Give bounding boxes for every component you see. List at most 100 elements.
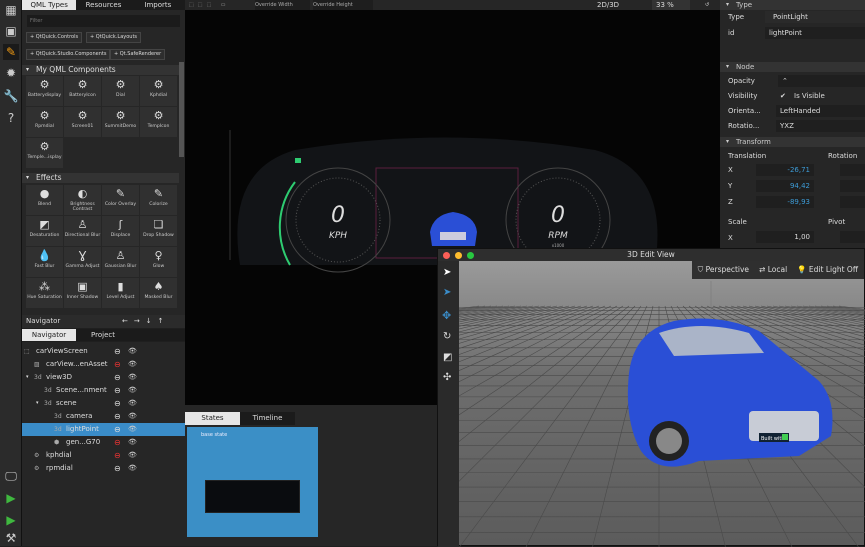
maximize-button[interactable]: [467, 252, 474, 259]
effect-item[interactable]: ♀ Glow: [140, 247, 177, 277]
close-button[interactable]: [443, 252, 450, 259]
effect-item[interactable]: ✎ Colorize: [140, 185, 177, 215]
navigator-item[interactable]: ▨ carView...enAsset ⊖ 👁: [22, 358, 185, 371]
component-item[interactable]: ⚙ Rpmdial: [26, 107, 63, 137]
navigator-item[interactable]: ▾ 3d view3D ⊖ 👁: [22, 371, 185, 384]
effect-item[interactable]: ▣ Inner Shadow: [64, 278, 101, 308]
visibility-eye-icon[interactable]: 👁: [128, 397, 137, 410]
effect-item[interactable]: ◐ Brightness Contrast: [64, 185, 101, 215]
export-alias-icon[interactable]: ⊖: [114, 397, 121, 410]
expand-arrow-icon[interactable]: ▾: [36, 397, 39, 410]
pivot-x-input[interactable]: [840, 231, 865, 243]
tab-qml-types[interactable]: QML Types: [22, 0, 77, 10]
base-state-card[interactable]: base state: [187, 427, 318, 537]
translation-z-input[interactable]: -89,93: [756, 196, 814, 208]
rotate-tool-icon[interactable]: ↻: [443, 331, 451, 342]
visibility-eye-icon[interactable]: 👁: [128, 436, 137, 449]
rotation-x-input[interactable]: [840, 164, 865, 176]
component-item[interactable]: ⚙ BatteryIcon: [64, 76, 101, 106]
navigator-arrows-icon[interactable]: ←→↓↑: [122, 315, 169, 328]
scale-x-input[interactable]: 1,00: [756, 231, 814, 243]
scale-tool-icon[interactable]: ◩: [443, 352, 452, 363]
import-button[interactable]: + Qt.SafeRenderer: [110, 49, 166, 60]
translation-x-input[interactable]: -26,71: [756, 164, 814, 176]
edit-mode-icon[interactable]: ▣: [3, 23, 19, 39]
navigator-item[interactable]: ⚙ rpmdial ⊖ 👁: [22, 462, 185, 475]
canvas-tool-icons[interactable]: ⬚⬚⬚ ▭: [189, 0, 230, 10]
navigator-item[interactable]: 3d Scene...nment ⊖ 👁: [22, 384, 185, 397]
export-alias-icon[interactable]: ⊖: [114, 345, 121, 358]
export-alias-icon[interactable]: ⊖: [114, 462, 121, 475]
navigator-item[interactable]: ▾ 3d scene ⊖ 👁: [22, 397, 185, 410]
import-button[interactable]: + QtQuick.Controls: [26, 32, 83, 43]
help-icon[interactable]: ?: [3, 110, 19, 126]
effect-item[interactable]: Ɣ Gamma Adjust: [64, 247, 101, 277]
perspective-toggle[interactable]: ⛉ Perspective: [698, 261, 749, 279]
effect-item[interactable]: ▮ Level Adjust: [102, 278, 139, 308]
move-tool-icon[interactable]: ✥: [442, 309, 451, 322]
section-transform[interactable]: Transform: [720, 137, 865, 147]
tab-states[interactable]: States: [185, 412, 240, 425]
effect-item[interactable]: ✎ Color Overlay: [102, 185, 139, 215]
visibility-eye-icon[interactable]: 👁: [128, 384, 137, 397]
tab-resources[interactable]: Resources: [76, 0, 131, 10]
navigator-item[interactable]: ⬢ gen...G70 ⊖ 👁: [22, 436, 185, 449]
tab-project[interactable]: Project: [76, 329, 130, 341]
edit-3d-viewport[interactable]: Built with ⛉ Perspective ⇄ Local 💡 Edit …: [459, 261, 865, 547]
component-item[interactable]: ⚙ Batterydisplay: [26, 76, 63, 106]
effect-item[interactable]: ● Blend: [26, 185, 63, 215]
edit-light-toggle[interactable]: 💡 Edit Light Off: [797, 261, 858, 279]
visibility-eye-icon[interactable]: 👁: [128, 371, 137, 384]
effect-item[interactable]: 💧 Fast Blur: [26, 247, 63, 277]
section-node[interactable]: Node: [720, 62, 865, 72]
component-item[interactable]: ⚙ Screen01: [64, 107, 101, 137]
local-toggle[interactable]: ⇄ Local: [759, 261, 787, 279]
tab-timeline[interactable]: Timeline: [240, 412, 295, 425]
visibility-eye-icon[interactable]: 👁: [128, 358, 137, 371]
override-width-input[interactable]: Override Width: [255, 0, 310, 10]
effect-item[interactable]: ♙ Gaussian Blur: [102, 247, 139, 277]
component-item[interactable]: ⚙ SummitDemo: [102, 107, 139, 137]
rotation-y-input[interactable]: [840, 180, 865, 192]
effect-item[interactable]: ◩ Desaturation: [26, 216, 63, 246]
welcome-grid-icon[interactable]: ▦: [3, 2, 19, 18]
id-input[interactable]: lightPoint: [765, 27, 865, 39]
section-effects[interactable]: Effects: [22, 173, 179, 183]
section-type[interactable]: Type: [720, 0, 865, 10]
type-value[interactable]: PointLight: [765, 11, 865, 23]
debug-bug-icon[interactable]: ✹: [3, 65, 19, 81]
override-height-input[interactable]: Override Height: [313, 0, 373, 10]
select-group-icon[interactable]: ➤: [443, 287, 451, 298]
rotation-order-select[interactable]: YXZ: [776, 120, 865, 132]
export-alias-icon[interactable]: ⊖: [114, 449, 121, 462]
opacity-spinbox[interactable]: ⌃: [778, 75, 865, 87]
rotation-z-input[interactable]: [840, 196, 865, 208]
navigator-item[interactable]: ⬚ carViewScreen ⊖ 👁: [22, 345, 185, 358]
export-alias-icon[interactable]: ⊖: [114, 371, 121, 384]
visibility-eye-icon[interactable]: 👁: [128, 449, 137, 462]
export-alias-icon[interactable]: ⊖: [114, 436, 121, 449]
navigator-item[interactable]: 3d camera ⊖ 👁: [22, 410, 185, 423]
design-mode-pencil-icon[interactable]: ✎: [3, 44, 19, 60]
minimize-button[interactable]: [455, 252, 462, 259]
visibility-eye-icon[interactable]: 👁: [128, 462, 137, 475]
export-alias-icon[interactable]: ⊖: [114, 410, 121, 423]
zoom-select[interactable]: 33 %: [652, 0, 690, 10]
section-my-qml-components[interactable]: My QML Components: [22, 65, 179, 75]
run-icon[interactable]: ▶: [3, 490, 19, 506]
effect-item[interactable]: ❏ Drop Shadow: [140, 216, 177, 246]
export-alias-icon[interactable]: ⊖: [114, 423, 121, 436]
effect-item[interactable]: ʃ Displace: [102, 216, 139, 246]
visibility-eye-icon[interactable]: 👁: [128, 345, 137, 358]
export-alias-icon[interactable]: ⊖: [114, 384, 121, 397]
navigator-item[interactable]: 3d lightPoint ⊖ 👁: [22, 423, 185, 436]
effect-item[interactable]: ⁂ Hue Saturation: [26, 278, 63, 308]
import-button[interactable]: + QtQuick.Studio.Components: [26, 49, 111, 60]
tab-navigator[interactable]: Navigator: [22, 329, 76, 341]
component-item[interactable]: ⚙ TempIcon: [140, 107, 177, 137]
canvas-mode-select[interactable]: 2D/3D: [597, 0, 619, 10]
component-item[interactable]: ⚙ Temple...isplay: [26, 138, 63, 168]
fit-view-icon[interactable]: ✣: [443, 372, 451, 383]
import-button[interactable]: + QtQuick.Layouts: [86, 32, 142, 43]
component-item[interactable]: ⚙ Kphdial: [140, 76, 177, 106]
